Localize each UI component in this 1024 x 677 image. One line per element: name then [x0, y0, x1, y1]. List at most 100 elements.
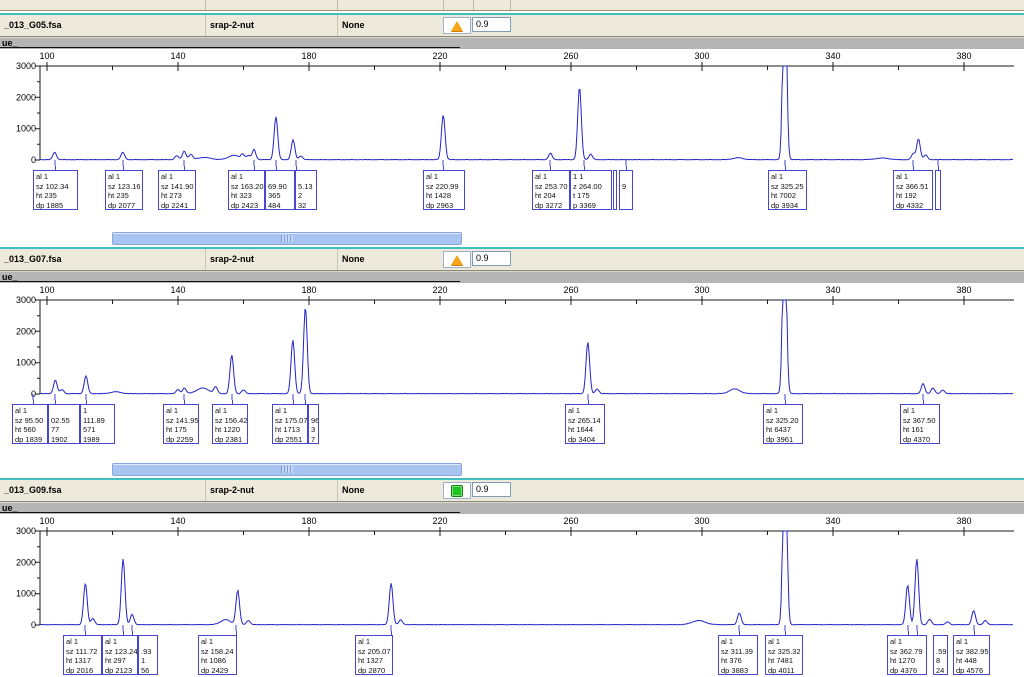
sample-panel: _013_G05.fsa srap-2-nut None 0.9 ue_ 100…	[0, 0, 1024, 213]
svg-text:300: 300	[694, 51, 709, 61]
peak-label-line: 77	[51, 425, 79, 435]
peak-label-line: ht 323	[231, 191, 264, 201]
peak-label-box[interactable]: 9	[619, 170, 633, 210]
peak-label-box[interactable]: al 1sz 325.25ht 7002dp 3934	[768, 170, 807, 210]
electropherogram-plot[interactable]: 1001401802202603003403803000200010000	[0, 514, 1024, 631]
peak-label-line: ht 7481	[768, 656, 802, 666]
electropherogram-plot[interactable]: 1001401802202603003403803000200010000	[0, 49, 1024, 166]
peak-label-line: ht 1086	[201, 656, 236, 666]
column-divider	[337, 480, 338, 501]
peak-label-box[interactable]: .93156	[138, 635, 158, 675]
peak-label-line	[311, 406, 318, 416]
peak-label-box[interactable]: al 1sz 95.50ht 560dp 1839	[12, 404, 48, 444]
peak-label-box[interactable]: al 1sz 382.95ht 448dp 4576	[953, 635, 990, 675]
peak-label-line: dp 3934	[771, 201, 806, 211]
peak-label-box[interactable]: 1 1z 264.00t 175p 3369	[570, 170, 612, 210]
peak-label-line: ht 1220	[215, 425, 247, 435]
threshold-input[interactable]: 0.9	[472, 251, 511, 266]
peak-label-box[interactable]: al 1sz 265.14ht 1644dp 3404	[565, 404, 605, 444]
svg-text:220: 220	[432, 516, 447, 526]
peak-label-line: sz 156.42	[215, 416, 247, 426]
peak-label-line: sz 175.07	[275, 416, 307, 426]
peak-label-box[interactable]: al 1sz 175.07ht 1713dp 2551	[272, 404, 308, 444]
svg-text:180: 180	[301, 285, 316, 295]
peak-label-box[interactable]: 69.90365484	[265, 170, 295, 210]
peak-label-box[interactable]: al 1sz 220.99ht 1428dp 2963	[423, 170, 465, 210]
peak-label-line: 3	[311, 425, 318, 435]
peak-label-box[interactable]: 9637	[308, 404, 319, 444]
peak-label-line: al 1	[903, 406, 939, 416]
peak-label-box[interactable]: al 1sz 253.70ht 204dp 3272	[532, 170, 570, 210]
marker-name: srap-2-nut	[210, 249, 254, 269]
sample-header-row[interactable]: _013_G09.fsa srap-2-nut None 0.9	[0, 478, 1024, 502]
sample-header-row[interactable]: _013_G05.fsa srap-2-nut None 0.9	[0, 13, 1024, 37]
svg-text:340: 340	[825, 51, 840, 61]
sample-header-row[interactable]: _013_G07.fsa srap-2-nut None 0.9	[0, 247, 1024, 271]
peak-label-line: ht 204	[535, 191, 569, 201]
peak-label-line: sz 123.24	[105, 647, 137, 657]
peak-label-line: sz 123.16	[108, 182, 142, 192]
peak-label-box[interactable]: 02.55771902	[48, 404, 80, 444]
peak-label-box[interactable]: al 1sz 123.24ht 297dp 2123	[102, 635, 138, 675]
scrollbar-thumb[interactable]	[112, 232, 462, 245]
peak-label-box[interactable]: 1111.895711989	[80, 404, 115, 444]
peak-label-box[interactable]: .59824	[933, 635, 948, 675]
threshold-input[interactable]: 0.9	[472, 482, 511, 497]
peak-label-line: 1902	[51, 435, 79, 445]
svg-text:1000: 1000	[16, 358, 36, 368]
peak-label-line: al 1	[275, 406, 307, 416]
svg-text:100: 100	[39, 285, 54, 295]
warning-triangle-icon	[451, 255, 463, 265]
peak-label-box[interactable]: al 1sz 325.20ht 6437dp 3961	[763, 404, 803, 444]
peak-label-line: 8	[936, 656, 947, 666]
peak-label-box[interactable]: al 1sz 311.39ht 376dp 3883	[718, 635, 758, 675]
peak-label-line: ht 560	[15, 425, 47, 435]
peak-label-line: 56	[141, 666, 157, 676]
peak-label-line: 1	[83, 406, 114, 416]
peak-label-box[interactable]	[935, 170, 941, 210]
peak-label-line: 24	[936, 666, 947, 676]
peak-label-line: ht 235	[108, 191, 142, 201]
peak-label-box[interactable]: al 1sz 362.79ht 1270dp 4376	[887, 635, 927, 675]
peak-label-box[interactable]: al 1sz 325.32ht 7481dp 4011	[765, 635, 803, 675]
threshold-input[interactable]: 0.9	[472, 17, 511, 32]
peak-label-box[interactable]: 5.13232	[295, 170, 317, 210]
horizontal-scrollbar-track[interactable]	[0, 229, 1024, 247]
peak-label-line: dp 2963	[426, 201, 464, 211]
peak-label-line: dp 2423	[231, 201, 264, 211]
peak-label-box[interactable]: al 1sz 123.16ht 235dp 2077	[105, 170, 143, 210]
peak-label-line: sz 163.20	[231, 182, 264, 192]
peak-label-box[interactable]	[613, 170, 617, 210]
svg-text:260: 260	[563, 516, 578, 526]
peak-label-line: dp 3883	[721, 666, 757, 676]
quality-value: None	[342, 480, 365, 500]
peak-label-line: al 1	[896, 172, 932, 182]
dye-row-label-bar: ue_	[0, 271, 1024, 283]
scrollbar-thumb[interactable]	[112, 463, 462, 476]
svg-text:180: 180	[301, 51, 316, 61]
horizontal-scrollbar-track[interactable]	[0, 460, 1024, 478]
column-divider	[205, 249, 206, 270]
peak-label-line: dp 2551	[275, 435, 307, 445]
peak-label-line: 7	[311, 435, 318, 445]
peak-label-box[interactable]: al 1sz 367.50ht 161dp 4370	[900, 404, 940, 444]
peak-label-line: al 1	[426, 172, 464, 182]
peak-label-box[interactable]: al 1sz 141.90ht 273dp 2241	[158, 170, 196, 210]
peak-label-box[interactable]: al 1sz 111.72ht 1317dp 2016	[63, 635, 102, 675]
peak-label-box[interactable]: al 1sz 366.51ht 192dp 4332	[893, 170, 933, 210]
peak-label-line: dp 2259	[166, 435, 198, 445]
peak-label-box[interactable]: al 1sz 102.34ht 235dp 1885	[33, 170, 78, 210]
peak-label-box[interactable]: al 1sz 163.20ht 323dp 2423	[228, 170, 265, 210]
electropherogram-plot[interactable]: 1001401802202603003403803000200010000	[0, 283, 1024, 400]
peak-label-box[interactable]: al 1sz 205.07ht 1327dp 2870	[355, 635, 393, 675]
peak-label-line: ht 376	[721, 656, 757, 666]
peak-label-box[interactable]: al 1sz 158.24ht 1086dp 2429	[198, 635, 237, 675]
peak-label-line: 1	[141, 656, 157, 666]
peak-label-box[interactable]: al 1sz 156.42ht 1220dp 2381	[212, 404, 248, 444]
peak-label-line: dp 2429	[201, 666, 236, 676]
svg-text:3000: 3000	[16, 526, 36, 536]
peak-label-line: sz 141.95	[166, 416, 198, 426]
peak-label-box[interactable]: al 1sz 141.95ht 175dp 2259	[163, 404, 199, 444]
pass-green-icon	[451, 485, 463, 497]
peak-label-line: dp 2123	[105, 666, 137, 676]
